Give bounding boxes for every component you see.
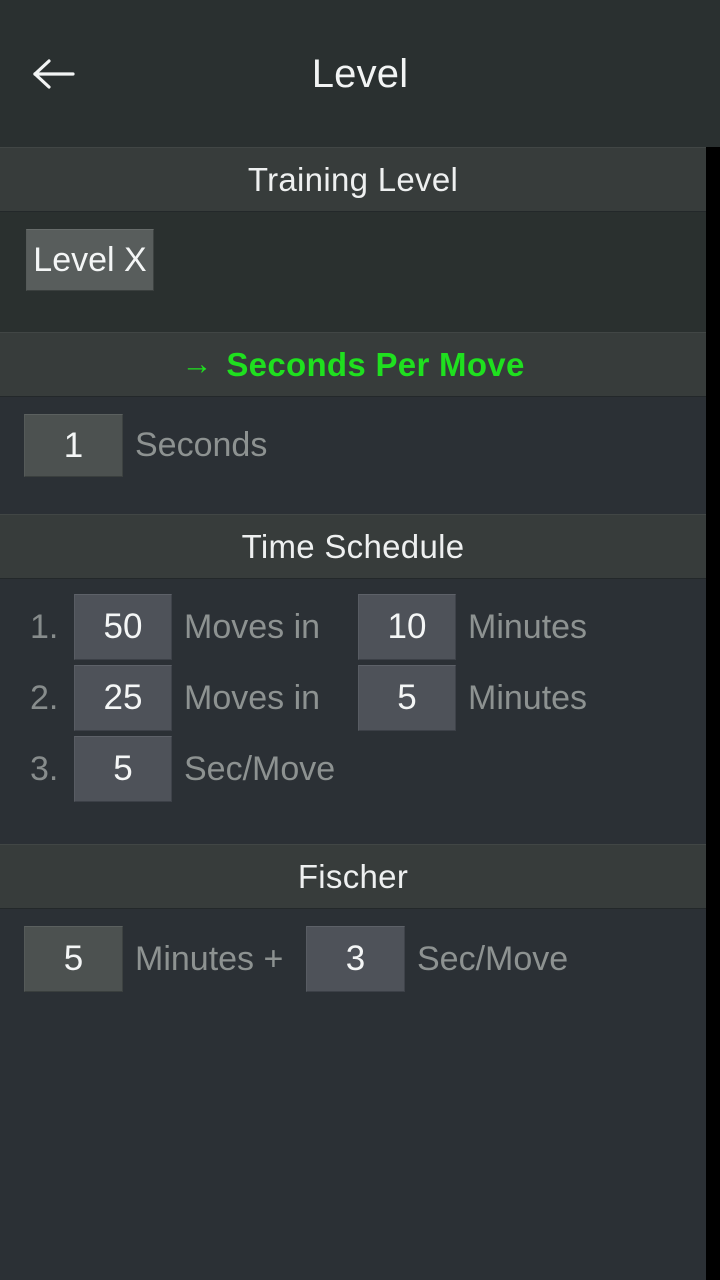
row-moves-label: Moves in bbox=[184, 679, 321, 717]
time-schedule-row: 1. 50 Moves in 10 Minutes bbox=[0, 592, 706, 662]
row-time-value[interactable]: 5 bbox=[358, 665, 456, 731]
training-level-button[interactable]: Level X bbox=[26, 229, 154, 291]
section-body-training-level: Level X bbox=[0, 212, 706, 332]
settings-scroll-container[interactable]: Training Level Level X → Seconds Per Mov… bbox=[0, 147, 706, 1280]
fischer-minutes-value[interactable]: 5 bbox=[24, 926, 123, 992]
section-header-seconds-per-move[interactable]: → Seconds Per Move bbox=[0, 332, 706, 397]
app-bar: Level bbox=[0, 0, 720, 147]
fischer-minutes-label: Minutes + bbox=[135, 940, 284, 978]
seconds-per-move-value[interactable]: 1 bbox=[24, 414, 123, 477]
row-moves-value[interactable]: 5 bbox=[74, 736, 172, 802]
row-time-value[interactable]: 10 bbox=[358, 594, 456, 660]
row-index: 2. bbox=[30, 679, 59, 717]
section-title-fischer: Fischer bbox=[297, 857, 409, 895]
row-index: 1. bbox=[30, 608, 59, 646]
row-moves-value[interactable]: 50 bbox=[74, 594, 172, 660]
row-time-label: Minutes bbox=[468, 608, 588, 646]
level-settings-screen: Level Training Level Level X → Seconds P… bbox=[0, 0, 720, 1280]
scrollbar-track[interactable] bbox=[706, 147, 720, 1280]
row-moves-label: Sec/Move bbox=[184, 750, 336, 788]
fischer-increment-label: Sec/Move bbox=[417, 940, 569, 978]
time-schedule-row: 2. 25 Moves in 5 Minutes bbox=[0, 663, 706, 733]
section-body-seconds-per-move: 1 Seconds bbox=[0, 397, 706, 514]
row-moves-label: Moves in bbox=[184, 608, 321, 646]
section-header-time-schedule[interactable]: Time Schedule bbox=[0, 514, 706, 579]
fischer-increment-value[interactable]: 3 bbox=[306, 926, 405, 992]
row-index: 3. bbox=[30, 750, 59, 788]
seconds-per-move-unit-label: Seconds bbox=[135, 426, 268, 464]
page-title: Level bbox=[311, 52, 409, 96]
section-title-training-level: Training Level bbox=[247, 160, 459, 198]
section-title-seconds-per-move: Seconds Per Move bbox=[226, 345, 525, 383]
arrow-right-icon: → bbox=[181, 346, 213, 381]
section-body-time-schedule: 1. 50 Moves in 10 Minutes 2. 25 Moves in… bbox=[0, 579, 706, 844]
section-header-training-level: Training Level bbox=[0, 147, 706, 212]
empty-space bbox=[0, 1033, 706, 1280]
row-time-label: Minutes bbox=[468, 679, 588, 717]
section-body-fischer: 5 Minutes + 3 Sec/Move bbox=[0, 909, 706, 1033]
section-title-time-schedule: Time Schedule bbox=[241, 527, 465, 565]
row-moves-value[interactable]: 25 bbox=[74, 665, 172, 731]
time-schedule-row: 3. 5 Sec/Move bbox=[0, 734, 706, 804]
section-header-fischer[interactable]: Fischer bbox=[0, 844, 706, 909]
